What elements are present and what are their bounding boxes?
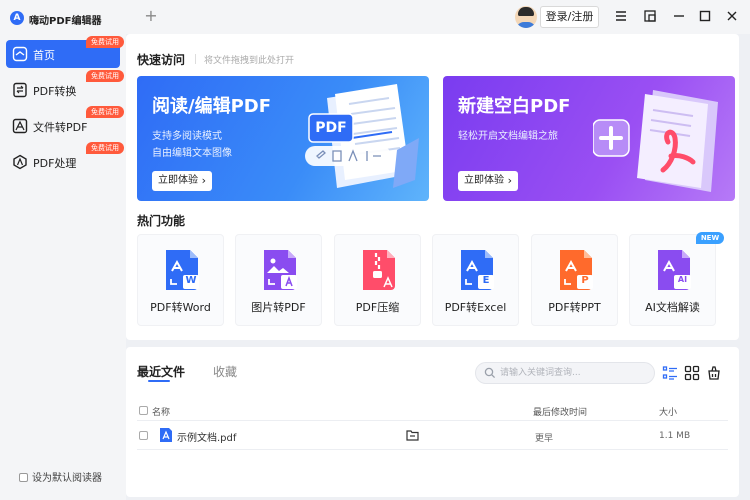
button-label: 立即体验 (464, 175, 504, 186)
file-name[interactable]: 示例文档.pdf (177, 429, 236, 444)
new-badge: NEW (696, 232, 724, 244)
card-desc: 轻松开启文档编辑之旅 (458, 131, 558, 142)
button-label: 立即体验 (158, 175, 198, 186)
new-blank-pdf-card[interactable]: 新建空白PDF 轻松开启文档编辑之旅 立即体验 › (443, 76, 735, 201)
feature-pdf-to-word[interactable]: W PDF转Word (137, 234, 224, 326)
ai-document-icon (658, 250, 691, 290)
sidebar-item-label: 文件转PDF (33, 121, 88, 134)
chevron-right-icon: › (201, 174, 206, 187)
column-header-modified: 最后修改时间 (533, 408, 588, 418)
feature-label: PDF转Excel (444, 301, 507, 314)
list-view-icon[interactable] (662, 365, 678, 381)
feature-label: PDF转PPT (548, 301, 601, 314)
maximize-icon[interactable] (698, 9, 712, 23)
select-all-checkbox[interactable] (139, 406, 148, 415)
feature-letter: AI (677, 275, 688, 284)
default-reader-checkbox[interactable]: 设为默认阅读器 (19, 469, 102, 484)
search-input[interactable] (475, 362, 655, 384)
title-bar: A 嗨动PDF编辑器 + 登录/注册 (0, 0, 750, 34)
file-size: 1.1 MB (659, 431, 691, 441)
tab-favorites[interactable]: 收藏 (213, 363, 237, 380)
app-logo-icon: A (10, 11, 24, 25)
card-title: 阅读/编辑PDF (152, 96, 272, 117)
feature-pdf-to-ppt[interactable]: P PDF转PPT (531, 234, 618, 326)
free-trial-badge: 免费试用 (86, 70, 124, 82)
convert-icon (13, 82, 27, 98)
feature-label: AI文档解读 (645, 301, 700, 314)
chevron-right-icon: › (507, 174, 512, 187)
feature-letter: E (482, 275, 490, 286)
free-trial-badge: 免费试用 (86, 36, 124, 48)
pdf-compress-icon (363, 250, 395, 290)
feature-label: PDF压缩 (355, 301, 400, 314)
card-desc: 自由编辑文本图像 (152, 148, 232, 159)
pdf-process-icon (13, 154, 27, 170)
row-checkbox[interactable] (139, 431, 148, 440)
card-desc: 支持多阅读模式 (152, 131, 222, 142)
free-trial-badge: 免费试用 (86, 106, 124, 118)
clear-icon[interactable] (706, 365, 722, 381)
tab-recent-files[interactable]: 最近文件 (137, 363, 185, 380)
image-to-pdf-icon (264, 250, 297, 290)
app-title: 嗨动PDF编辑器 (29, 16, 102, 27)
login-button[interactable]: 登录/注册 (540, 6, 599, 28)
feature-letter: P (581, 275, 589, 286)
card-title: 新建空白PDF (458, 96, 571, 117)
file-to-pdf-icon (12, 118, 28, 134)
hot-features-title: 热门功能 (137, 214, 186, 228)
sidebar-item-label: PDF处理 (33, 157, 77, 170)
feature-letter: W (185, 275, 197, 286)
free-trial-badge: 免费试用 (86, 142, 124, 154)
sidebar-item-label: PDF转换 (33, 85, 77, 98)
quick-access-title: 快速访问 (137, 53, 186, 67)
sidebar: 首页 PDF转换 文件转PDF PDF处理 免费试用 免费试用 免费试用 免费试… (0, 34, 126, 500)
feature-pdf-to-excel[interactable]: E PDF转Excel (432, 234, 519, 326)
checkbox[interactable] (19, 473, 28, 482)
home-panel: 快速访问 将文件拖拽到此处打开 阅读/编辑PDF 支持多阅读模式 自由编辑文本图… (126, 34, 739, 340)
feature-label: PDF转Word (150, 301, 211, 314)
open-folder-icon[interactable] (406, 429, 419, 441)
try-now-button[interactable]: 立即体验 › (458, 171, 518, 191)
feature-label: 图片转PDF (251, 301, 306, 314)
avatar[interactable] (515, 6, 537, 28)
minimize-icon[interactable] (672, 9, 686, 23)
pdf-label: PDF (315, 120, 347, 136)
feature-image-to-pdf[interactable]: 图片转PDF (235, 234, 322, 326)
feature-ai-doc-read[interactable]: AI AI文档解读 (629, 234, 716, 326)
search-icon (484, 367, 496, 379)
new-document-illustration-icon (593, 90, 718, 192)
feature-pdf-compress[interactable]: PDF压缩 (334, 234, 421, 326)
files-panel: 最近文件 收藏 名称 最后修改时间 大小 示例文档.pdf 更早 1.1 MB (126, 347, 739, 497)
default-reader-label: 设为默认阅读器 (32, 473, 102, 484)
skin-icon[interactable] (643, 9, 657, 23)
close-icon[interactable] (725, 9, 739, 23)
file-modified: 更早 (535, 434, 554, 444)
drop-hint: 将文件拖拽到此处打开 (204, 56, 295, 66)
menu-icon[interactable] (614, 9, 628, 23)
pdf-file-icon (160, 428, 172, 442)
read-edit-pdf-card[interactable]: 阅读/编辑PDF 支持多阅读模式 自由编辑文本图像 立即体验 › PDF (137, 76, 429, 201)
sidebar-item-label: 首页 (33, 49, 55, 62)
try-now-button[interactable]: 立即体验 › (152, 171, 212, 191)
column-header-name: 名称 (152, 408, 171, 418)
column-header-size: 大小 (659, 408, 678, 418)
home-icon (12, 46, 28, 62)
grid-view-icon[interactable] (684, 365, 700, 381)
new-tab-button[interactable]: + (143, 6, 159, 25)
